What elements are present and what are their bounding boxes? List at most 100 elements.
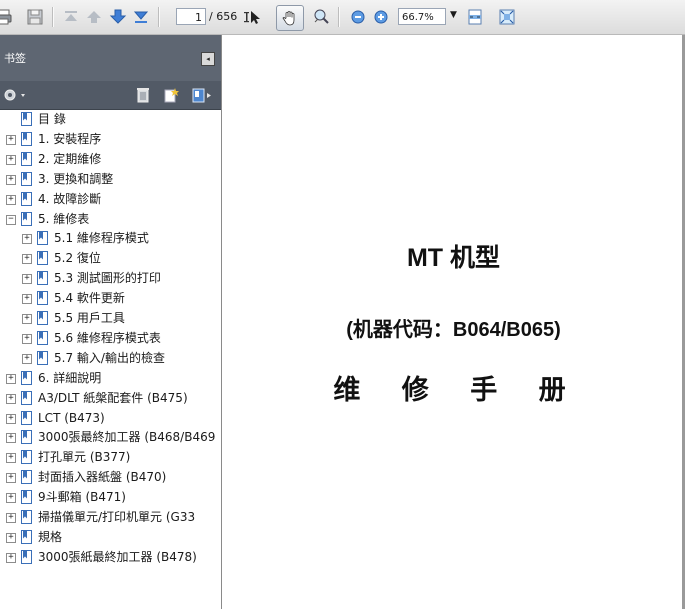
zoom-out-icon[interactable] bbox=[349, 8, 367, 26]
zoom-level-input[interactable]: 66.7% bbox=[398, 8, 446, 25]
bookmark-item[interactable]: + LCT (B473) bbox=[0, 410, 221, 429]
zoom-in-icon[interactable] bbox=[372, 8, 390, 26]
bookmark-label: 3000張最終加工器 (B468/B469 bbox=[38, 430, 216, 445]
fit-width-icon[interactable] bbox=[466, 8, 484, 26]
new-bookmark-icon[interactable] bbox=[163, 86, 181, 104]
select-tool-icon[interactable] bbox=[244, 8, 262, 26]
bookmark-item[interactable]: +2. 定期維修 bbox=[0, 151, 221, 170]
expand-toggle[interactable]: + bbox=[6, 493, 16, 504]
hand-tool-icon bbox=[282, 11, 295, 26]
bookmark-item[interactable]: + A3/DLT 紙槃配套件 (B475) bbox=[0, 390, 221, 409]
expand-toggle[interactable]: + bbox=[22, 274, 32, 285]
toolbar: 1 / 656 66.7% ▼ bbox=[0, 0, 685, 35]
bookmark-label: 打孔單元 (B377) bbox=[38, 450, 131, 465]
expand-toggle[interactable]: + bbox=[22, 234, 32, 245]
print-icon[interactable] bbox=[0, 8, 12, 26]
bookmark-item[interactable]: +3000張紙最終加工器 (B478) bbox=[0, 549, 221, 568]
expand-toggle[interactable]: + bbox=[6, 453, 16, 464]
expand-toggle[interactable]: + bbox=[6, 532, 16, 543]
previous-page-icon[interactable] bbox=[85, 8, 103, 26]
bookmark-item[interactable]: +6. 詳細說明 bbox=[0, 370, 221, 389]
collapse-panel-button[interactable]: ◂ bbox=[201, 52, 215, 66]
expand-toggle[interactable]: + bbox=[6, 473, 16, 484]
expand-toggle[interactable]: + bbox=[22, 333, 32, 344]
bookmark-item[interactable]: +1. 安裝程序 bbox=[0, 131, 221, 150]
expand-toggle[interactable]: + bbox=[6, 373, 16, 384]
bookmarks-panel-header: 书签 ◂ bbox=[0, 35, 221, 81]
bookmark-label: 5.4 軟件更新 bbox=[54, 291, 125, 306]
bookmark-item[interactable]: + 封面插入器紙盤 (B470) bbox=[0, 469, 221, 488]
expand-toggle[interactable]: + bbox=[6, 552, 16, 563]
next-page-icon[interactable] bbox=[109, 8, 127, 26]
bookmark-icon bbox=[21, 549, 32, 564]
bookmark-icon bbox=[21, 450, 32, 465]
expand-toggle[interactable]: + bbox=[22, 254, 32, 265]
document-page: MT 机型 (机器代码：B064/B065) 维 修 手 册 bbox=[222, 35, 685, 609]
expand-toggle[interactable]: + bbox=[6, 433, 16, 444]
bookmark-item[interactable]: +3000張最終加工器 (B468/B469 bbox=[0, 429, 221, 448]
bookmark-label: 5.7 輸入/輸出的檢查 bbox=[54, 350, 165, 365]
bookmark-item[interactable]: +9斗郵箱 (B471) bbox=[0, 489, 221, 508]
expand-toggle[interactable]: + bbox=[22, 314, 32, 324]
bookmark-label: 4. 故障診斷 bbox=[38, 191, 102, 206]
bookmarks-panel-title: 书签 bbox=[4, 52, 26, 65]
document-subtitle: (机器代码：B064/B065) bbox=[346, 319, 561, 341]
bookmark-icon bbox=[21, 151, 32, 166]
bookmark-icon bbox=[21, 510, 32, 524]
bookmark-icon bbox=[37, 271, 48, 286]
bookmark-icon bbox=[37, 291, 48, 306]
expand-toggle[interactable]: + bbox=[6, 393, 16, 404]
bookmark-item[interactable]: + 打孔單元 (B377) bbox=[0, 449, 221, 468]
collapse-toggle[interactable]: − bbox=[6, 214, 16, 225]
delete-bookmark-icon[interactable] bbox=[136, 86, 150, 104]
bookmark-item[interactable]: +4. 故障診斷 bbox=[0, 191, 221, 210]
bookmark-item[interactable]: +5.1 維修程序模式 bbox=[0, 230, 221, 249]
bookmark-label: 規格 bbox=[38, 529, 63, 544]
bookmark-item[interactable]: +5.7 輸入/輸出的檢查 bbox=[0, 350, 221, 369]
bookmark-icon bbox=[21, 470, 32, 485]
page-number-input[interactable]: 1 bbox=[176, 8, 206, 25]
bookmark-item[interactable]: +5.3 測試圖形的打印 bbox=[0, 270, 221, 289]
bookmark-label: 封面插入器紙盤 (B470) bbox=[38, 470, 167, 485]
bookmark-icon bbox=[21, 131, 32, 146]
last-page-icon[interactable] bbox=[132, 8, 150, 26]
bookmark-item[interactable]: +5.2 復位 bbox=[0, 250, 221, 269]
fit-page-icon[interactable] bbox=[498, 8, 516, 26]
page-total-label: / 656 bbox=[209, 10, 238, 23]
bookmark-item[interactable]: + 規格 bbox=[0, 529, 221, 548]
bookmark-label: 5.3 測試圖形的打印 bbox=[54, 271, 161, 286]
expand-toggle[interactable]: + bbox=[6, 413, 16, 424]
expand-toggle[interactable]: + bbox=[22, 353, 32, 364]
bookmark-icon bbox=[21, 370, 32, 385]
expand-toggle[interactable]: + bbox=[6, 134, 16, 145]
expand-toggle[interactable]: + bbox=[6, 174, 16, 185]
bookmark-item[interactable]: − 5. 維修表 bbox=[0, 211, 221, 230]
toolbar-separator bbox=[158, 7, 160, 27]
save-icon[interactable] bbox=[26, 8, 44, 26]
bookmark-item[interactable]: + 掃描儀單元/打印机單元 (G33 bbox=[0, 509, 221, 528]
hand-tool-button[interactable] bbox=[276, 5, 304, 31]
bookmark-label: LCT (B473) bbox=[38, 410, 105, 425]
bookmark-item[interactable]: 目 錄 bbox=[0, 111, 221, 130]
bookmark-item[interactable]: +5.6 維修程序模式表 bbox=[0, 330, 221, 349]
bookmark-label: 掃描儀單元/打印机單元 (G33 bbox=[38, 510, 196, 524]
options-gear-icon[interactable] bbox=[2, 86, 28, 104]
bookmark-label: 5.2 復位 bbox=[54, 251, 101, 266]
bookmark-label: 6. 詳細說明 bbox=[38, 370, 102, 385]
bookmark-icon bbox=[37, 251, 48, 266]
expand-toggle[interactable]: + bbox=[6, 513, 16, 523]
zoom-tool-icon[interactable] bbox=[312, 8, 330, 26]
expand-toggle[interactable]: + bbox=[6, 194, 16, 205]
bookmark-item[interactable]: +5.5 用戶工具 bbox=[0, 310, 221, 329]
bookmarks-panel: 书签 ◂ 目 錄 +1. 安裝程序 +2. 定期維修 +3. 更換和調整 +4. 故障診… bbox=[0, 35, 222, 609]
bookmark-icon bbox=[37, 231, 48, 246]
expand-toggle[interactable]: + bbox=[22, 294, 32, 305]
first-page-icon[interactable] bbox=[62, 8, 80, 26]
expand-toggle[interactable]: + bbox=[6, 154, 16, 165]
bookmark-item[interactable]: +5.4 軟件更新 bbox=[0, 290, 221, 309]
bookmark-tree: 目 錄 +1. 安裝程序 +2. 定期維修 +3. 更換和調整 +4. 故障診斷 −5. … bbox=[0, 111, 221, 607]
zoom-dropdown-arrow[interactable]: ▼ bbox=[450, 10, 457, 20]
expand-bookmark-icon[interactable] bbox=[191, 86, 213, 104]
bookmark-item[interactable]: +3. 更換和調整 bbox=[0, 171, 221, 190]
bookmark-icon bbox=[21, 390, 32, 405]
